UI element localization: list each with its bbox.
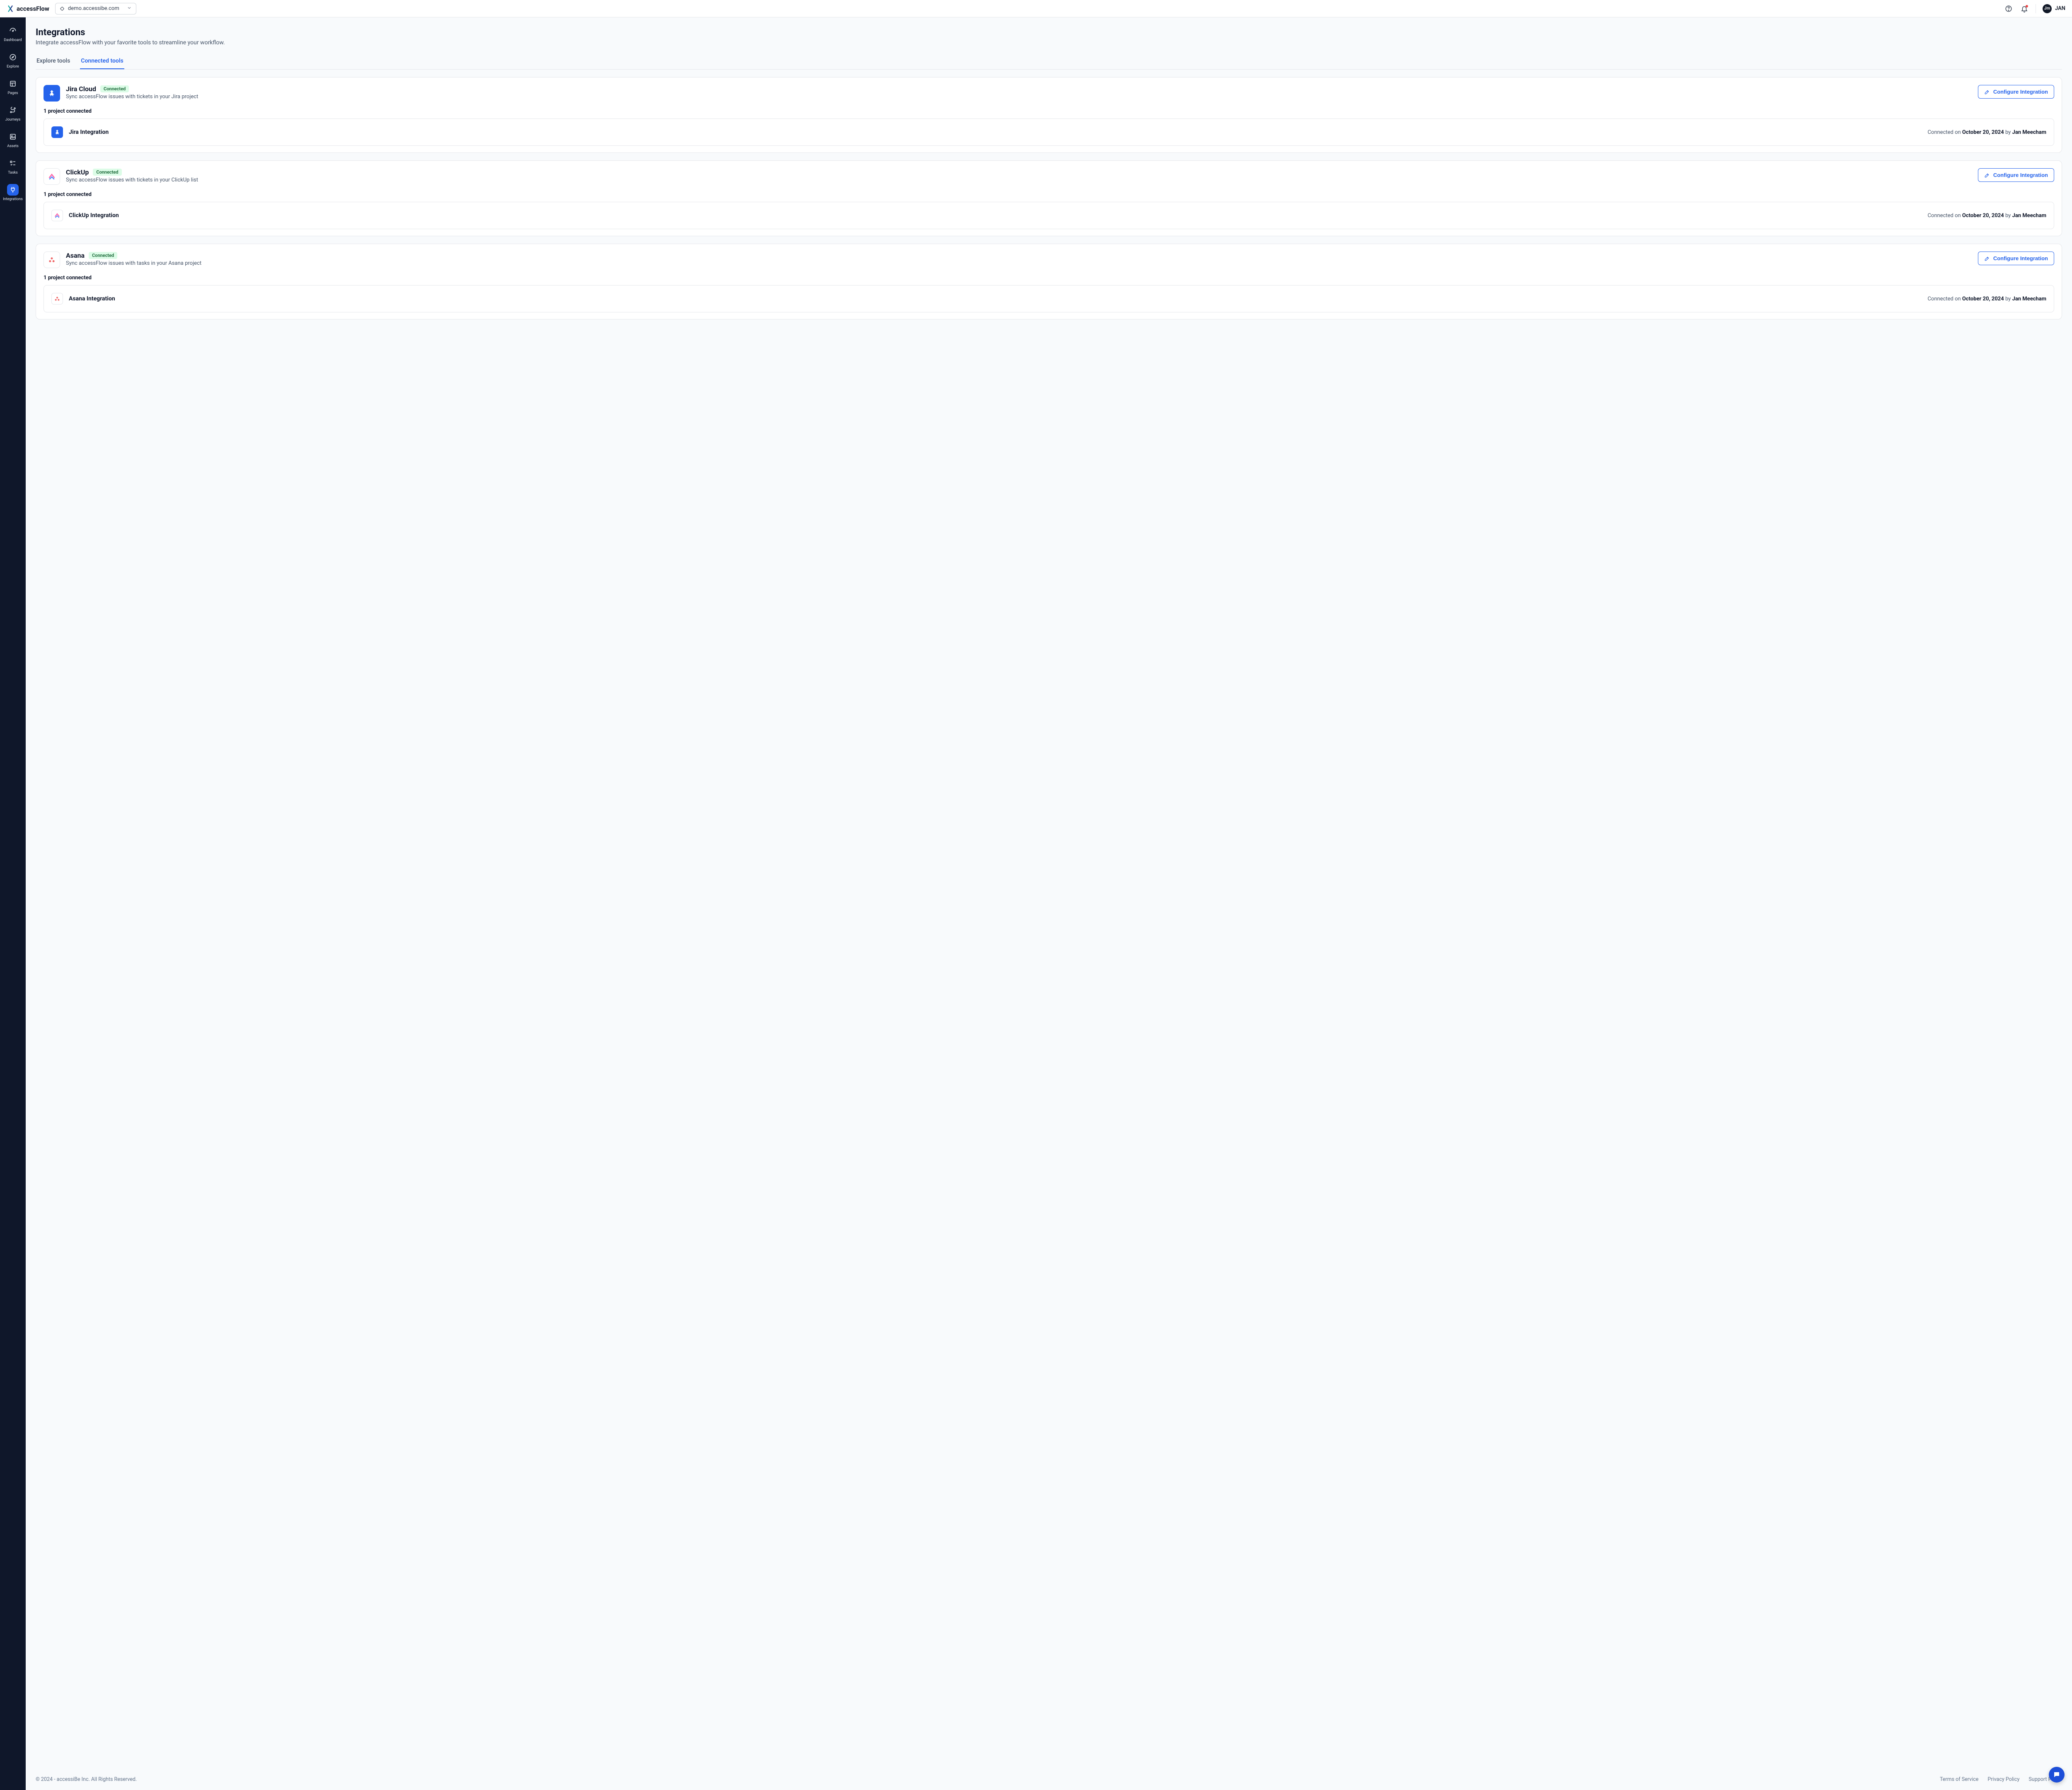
footer: © 2024 - accessiBe Inc. All Rights Reser… xyxy=(36,1769,2062,1790)
notification-dot-icon xyxy=(2026,5,2028,7)
integration-card-jira: Jira Cloud Connected Sync accessFlow iss… xyxy=(36,77,2062,153)
sidebar-item-dashboard[interactable]: Dashboard xyxy=(2,22,24,45)
pencil-icon xyxy=(1984,172,1990,178)
sidebar: Dashboard Explore Pages Journeys Assets … xyxy=(0,17,26,1790)
page-title: Integrations xyxy=(36,27,2062,38)
project-connected-info: Connected on October 20, 2024 by Jan Mee… xyxy=(1927,213,2046,219)
project-name: ClickUp Integration xyxy=(69,212,119,219)
integration-card-clickup: ClickUp Connected Sync accessFlow issues… xyxy=(36,160,2062,236)
domain-value: demo.accessibe.com xyxy=(68,5,119,12)
sidebar-item-label: Pages xyxy=(8,91,18,95)
asana-logo-icon xyxy=(51,293,63,305)
plug-icon xyxy=(9,186,17,194)
clickup-logo-icon xyxy=(44,168,60,185)
integration-desc: Sync accessFlow issues with tickets in y… xyxy=(66,94,1972,100)
chat-icon xyxy=(2053,1771,2060,1778)
integration-name: Jira Cloud xyxy=(66,85,96,93)
clickup-logo-icon xyxy=(51,210,63,221)
sidebar-item-label: Tasks xyxy=(8,171,18,175)
status-badge: Connected xyxy=(93,169,121,176)
sidebar-item-pages[interactable]: Pages xyxy=(2,75,24,98)
integration-name: Asana xyxy=(66,252,85,259)
notifications-button[interactable] xyxy=(2020,4,2029,13)
tabs: Explore tools Connected tools xyxy=(36,53,2062,70)
project-name: Asana Integration xyxy=(69,295,115,302)
project-connected-info: Connected on October 20, 2024 by Jan Mee… xyxy=(1927,129,2046,135)
topbar: accessFlow demo.accessibe.com Jm JAN xyxy=(0,0,2072,17)
configure-integration-button[interactable]: Configure Integration xyxy=(1978,252,2054,265)
project-count: 1 project connected xyxy=(44,275,2054,281)
project-connected-info: Connected on October 20, 2024 by Jan Mee… xyxy=(1927,296,2046,302)
jira-logo-icon xyxy=(51,126,63,138)
configure-label: Configure Integration xyxy=(1993,89,2048,95)
page-subtitle: Integrate accessFlow with your favorite … xyxy=(36,39,2062,46)
sidebar-item-journeys[interactable]: Journeys xyxy=(2,102,24,124)
help-icon xyxy=(2005,5,2012,12)
integration-desc: Sync accessFlow issues with tasks in you… xyxy=(66,260,1972,266)
brand-logo[interactable]: accessFlow xyxy=(7,5,49,12)
tab-connected-tools[interactable]: Connected tools xyxy=(80,53,124,69)
sidebar-item-explore[interactable]: Explore xyxy=(2,49,24,71)
configure-label: Configure Integration xyxy=(1993,172,2048,178)
user-menu[interactable]: Jm JAN xyxy=(2043,4,2065,13)
status-badge: Connected xyxy=(89,252,117,259)
project-row: Jira Integration Connected on October 20… xyxy=(44,119,2054,146)
chevron-down-icon xyxy=(127,5,132,12)
project-count: 1 project connected xyxy=(44,191,2054,198)
pencil-icon xyxy=(1984,89,1990,95)
help-button[interactable] xyxy=(2004,4,2013,13)
footer-link-privacy[interactable]: Privacy Policy xyxy=(1987,1776,2019,1783)
sidebar-item-label: Journeys xyxy=(5,118,21,122)
sidebar-item-assets[interactable]: Assets xyxy=(2,128,24,151)
sidebar-item-integrations[interactable]: Integrations xyxy=(2,181,24,204)
footer-link-tos[interactable]: Terms of Service xyxy=(1940,1776,1978,1783)
project-name: Jira Integration xyxy=(69,129,109,135)
compass-icon xyxy=(9,53,17,61)
sidebar-item-label: Explore xyxy=(7,65,19,69)
project-row: ClickUp Integration Connected on October… xyxy=(44,202,2054,229)
asana-logo-icon xyxy=(44,252,60,268)
main-content: Integrations Integrate accessFlow with y… xyxy=(26,17,2072,1790)
image-icon xyxy=(9,133,17,140)
integration-card-asana: Asana Connected Sync accessFlow issues w… xyxy=(36,244,2062,319)
sidebar-item-label: Dashboard xyxy=(4,38,22,42)
configure-integration-button[interactable]: Configure Integration xyxy=(1978,85,2054,99)
gauge-icon xyxy=(9,27,17,34)
brand-name: accessFlow xyxy=(17,5,49,12)
checklist-icon xyxy=(9,160,17,167)
sidebar-item-label: Assets xyxy=(7,144,19,148)
integration-desc: Sync accessFlow issues with tickets in y… xyxy=(66,177,1972,183)
configure-integration-button[interactable]: Configure Integration xyxy=(1978,168,2054,182)
project-row: Asana Integration Connected on October 2… xyxy=(44,285,2054,312)
brand-mark-icon xyxy=(7,5,14,12)
copyright: © 2024 - accessiBe Inc. All Rights Reser… xyxy=(36,1776,137,1783)
crosshair-icon xyxy=(60,6,65,11)
sidebar-item-tasks[interactable]: Tasks xyxy=(2,155,24,177)
chat-fab[interactable] xyxy=(2049,1767,2065,1783)
integration-name: ClickUp xyxy=(66,168,89,176)
project-count: 1 project connected xyxy=(44,108,2054,114)
user-short-name: JAN xyxy=(2055,5,2065,12)
pencil-icon xyxy=(1984,256,1990,261)
tab-explore-tools[interactable]: Explore tools xyxy=(36,53,71,69)
status-badge: Connected xyxy=(100,85,129,92)
route-icon xyxy=(9,106,17,114)
avatar: Jm xyxy=(2043,4,2052,13)
layout-icon xyxy=(9,80,17,87)
configure-label: Configure Integration xyxy=(1993,255,2048,261)
domain-selector[interactable]: demo.accessibe.com xyxy=(55,3,136,15)
sidebar-item-label: Integrations xyxy=(3,197,23,201)
jira-logo-icon xyxy=(44,85,60,102)
